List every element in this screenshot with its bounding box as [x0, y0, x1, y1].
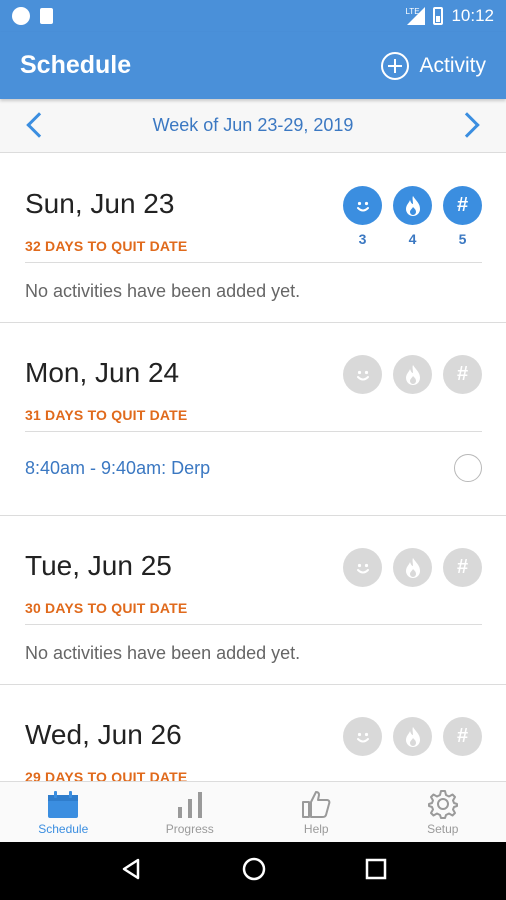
app-bar: Schedule Activity — [0, 32, 506, 99]
tracker-mood[interactable] — [343, 548, 382, 587]
tracker-icons: # — [343, 355, 482, 394]
tracker-count-hash[interactable]: # 5 — [443, 186, 482, 247]
status-bar: LTE 10:12 — [0, 0, 506, 32]
day-card-mon-jun-24[interactable]: Mon, Jun 24 # 31 DAYS TO QUIT DATE 8:40a… — [0, 323, 506, 516]
tracker-cravings[interactable] — [393, 717, 432, 756]
next-week-button[interactable] — [454, 112, 480, 138]
bottom-nav: Schedule Progress Help Setup — [0, 781, 506, 842]
sd-card-icon — [40, 8, 53, 24]
battery-icon — [433, 7, 444, 25]
activity-item[interactable]: 8:40am - 9:40am: Derp — [25, 454, 482, 482]
nav-label: Progress — [165, 821, 214, 836]
add-activity-label: Activity — [419, 53, 486, 77]
tracker-icons: # — [343, 548, 482, 587]
nav-label: Schedule — [38, 821, 89, 836]
tracker-count: 5 — [458, 231, 467, 247]
empty-activities-note: No activities have been added yet. — [25, 281, 301, 301]
nav-help[interactable]: Help — [253, 782, 380, 842]
activity-complete-checkbox[interactable] — [454, 454, 482, 482]
nav-schedule[interactable]: Schedule — [0, 782, 127, 842]
system-nav-bar — [0, 842, 506, 900]
week-navigator: Week of Jun 23-29, 2019 — [0, 99, 506, 153]
thumbs-up-icon — [299, 789, 333, 819]
day-divider — [25, 262, 482, 263]
tracker-mood[interactable] — [343, 355, 382, 394]
recents-icon[interactable] — [365, 858, 387, 885]
tracker-icons: 3 4 # 5 — [343, 186, 482, 247]
add-activity-button[interactable]: Activity — [381, 51, 486, 80]
bar-chart-icon — [173, 789, 207, 819]
quit-countdown: 30 DAYS TO QUIT DATE — [25, 600, 188, 616]
flame-icon — [393, 717, 432, 756]
page-title: Schedule — [20, 51, 132, 79]
activity-label: 8:40am - 9:40am: Derp — [25, 457, 211, 478]
notification-dot-icon — [12, 7, 30, 25]
day-date: Tue, Jun 25 — [25, 550, 172, 581]
plus-circle-icon — [381, 51, 410, 80]
hash-icon: # — [443, 186, 482, 225]
day-divider — [25, 624, 482, 625]
back-icon[interactable] — [119, 857, 143, 886]
tracker-mood[interactable] — [343, 717, 382, 756]
day-date: Mon, Jun 24 — [25, 357, 180, 388]
quit-countdown: 29 DAYS TO QUIT DATE — [25, 769, 188, 781]
day-date: Sun, Jun 23 — [25, 188, 175, 219]
nav-progress[interactable]: Progress — [127, 782, 254, 842]
day-date: Wed, Jun 26 — [25, 719, 182, 750]
quit-countdown: 31 DAYS TO QUIT DATE — [25, 407, 188, 423]
tracker-icons: # — [343, 717, 482, 756]
smiley-icon — [343, 355, 382, 394]
clock: 10:12 — [451, 6, 494, 25]
tracker-cravings[interactable] — [393, 548, 432, 587]
smiley-icon — [343, 717, 382, 756]
home-icon[interactable] — [241, 856, 267, 887]
tracker-count-hash[interactable]: # — [443, 717, 482, 756]
day-card-wed-jun-26[interactable]: Wed, Jun 26 # 29 DAYS TO QUIT DATE — [0, 685, 506, 781]
quit-countdown: 32 DAYS TO QUIT DATE — [25, 238, 188, 254]
week-label: Week of Jun 23-29, 2019 — [152, 115, 354, 135]
day-list[interactable]: Sun, Jun 23 3 4 # 5 32 DAYS TO QUIT DATE… — [0, 154, 506, 781]
hash-icon: # — [443, 548, 482, 587]
nav-label: Help — [303, 821, 329, 836]
tracker-count: 4 — [408, 231, 417, 247]
nav-label: Setup — [427, 821, 459, 836]
tracker-cravings[interactable]: 4 — [393, 186, 432, 247]
flame-icon — [393, 186, 432, 225]
tracker-count-hash[interactable]: # — [443, 548, 482, 587]
hash-icon: # — [443, 355, 482, 394]
smiley-icon — [343, 186, 382, 225]
previous-week-button[interactable] — [26, 112, 52, 138]
gear-icon — [426, 789, 460, 819]
tracker-cravings[interactable] — [393, 355, 432, 394]
network-type-label: LTE — [405, 7, 420, 16]
calendar-icon — [46, 789, 80, 819]
day-card-tue-jun-25[interactable]: Tue, Jun 25 # 30 DAYS TO QUIT DATE No ac… — [0, 516, 506, 685]
day-card-sun-jun-23[interactable]: Sun, Jun 23 3 4 # 5 32 DAYS TO QUIT DATE… — [0, 154, 506, 323]
smiley-icon — [343, 548, 382, 587]
empty-activities-note: No activities have been added yet. — [25, 643, 301, 663]
flame-icon — [393, 355, 432, 394]
signal-icon: LTE — [405, 7, 426, 25]
nav-setup[interactable]: Setup — [380, 782, 506, 842]
tracker-mood[interactable]: 3 — [343, 186, 382, 247]
day-divider — [25, 431, 482, 432]
flame-icon — [393, 548, 432, 587]
hash-icon: # — [443, 717, 482, 756]
tracker-count: 3 — [358, 231, 367, 247]
tracker-count-hash[interactable]: # — [443, 355, 482, 394]
